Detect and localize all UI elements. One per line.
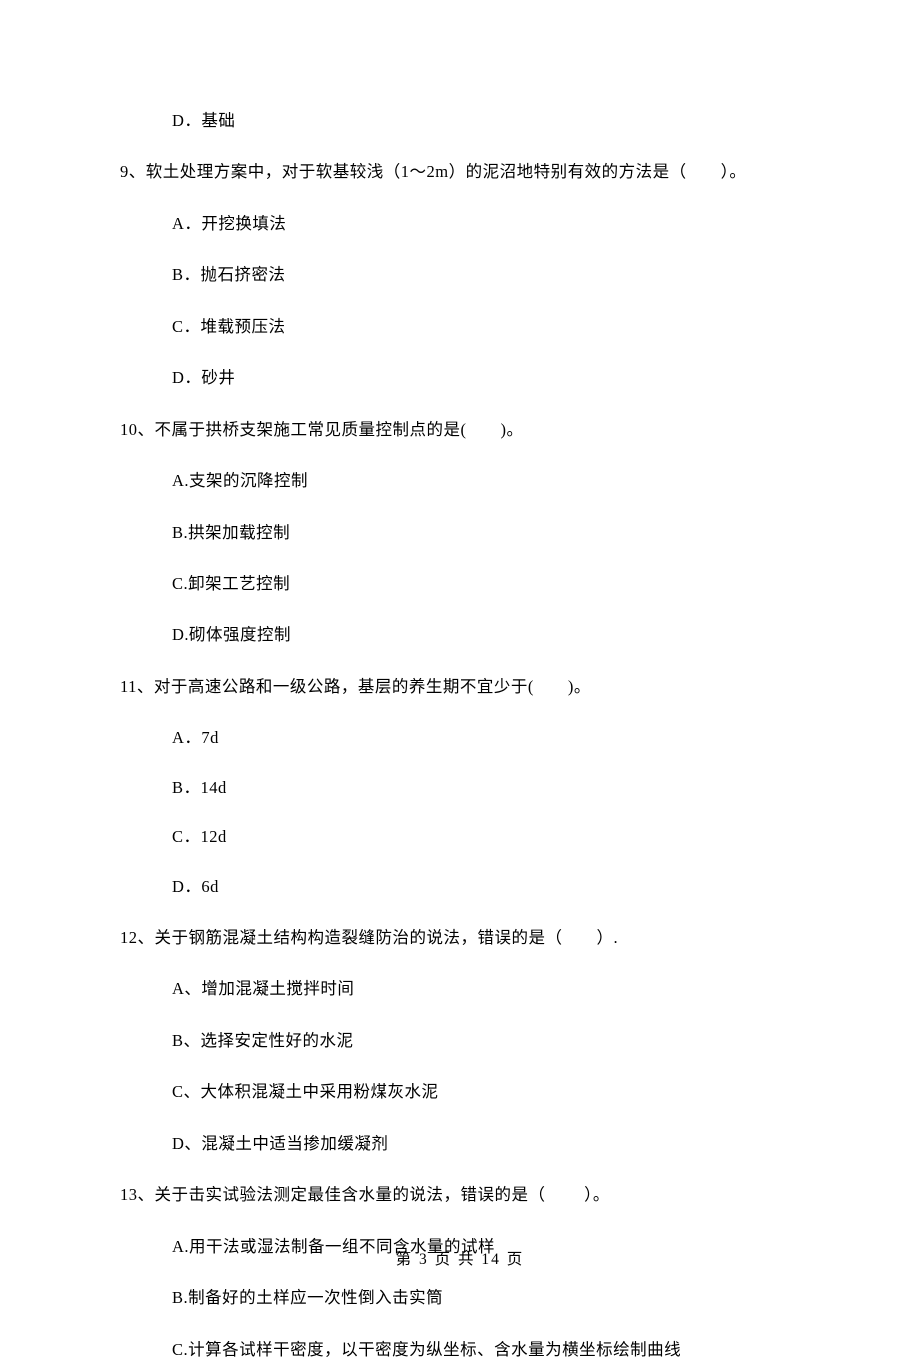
q9-option-d: D．砂井 bbox=[172, 367, 800, 388]
q12-option-d: D、混凝土中适当掺加缓凝剂 bbox=[172, 1133, 800, 1154]
q12-option-b: B、选择安定性好的水泥 bbox=[172, 1030, 800, 1051]
q10-option-d: D.砌体强度控制 bbox=[172, 624, 800, 645]
q11-option-c: C．12d bbox=[172, 826, 800, 847]
question-13: 13、关于击实试验法测定最佳含水量的说法，错误的是（ ）。 bbox=[120, 1184, 800, 1205]
q11-option-d: D．6d bbox=[172, 876, 800, 897]
q9-option-b: B．抛石挤密法 bbox=[172, 264, 800, 285]
q8-option-d: D．基础 bbox=[172, 110, 800, 131]
question-10: 10、不属于拱桥支架施工常见质量控制点的是( )。 bbox=[120, 419, 800, 440]
q10-option-b: B.拱架加载控制 bbox=[172, 522, 800, 543]
q11-option-b: B．14d bbox=[172, 777, 800, 798]
q10-option-c: C.卸架工艺控制 bbox=[172, 573, 800, 594]
page-footer: 第 3 页 共 14 页 bbox=[0, 1250, 920, 1270]
question-9: 9、软土处理方案中，对于软基较浅（1～2m）的泥沼地特别有效的方法是（ ）。 bbox=[120, 161, 800, 182]
page-content: D．基础 9、软土处理方案中，对于软基较浅（1～2m）的泥沼地特别有效的方法是（… bbox=[0, 0, 920, 1360]
q10-option-a: A.支架的沉降控制 bbox=[172, 470, 800, 491]
q11-option-a: A．7d bbox=[172, 727, 800, 748]
q13-option-c: C.计算各试样干密度，以干密度为纵坐标、含水量为横坐标绘制曲线 bbox=[172, 1339, 800, 1360]
question-12: 12、关于钢筋混凝土结构构造裂缝防治的说法，错误的是（ ）. bbox=[120, 927, 800, 948]
q9-option-c: C．堆载预压法 bbox=[172, 316, 800, 337]
q9-option-a: A．开挖换填法 bbox=[172, 213, 800, 234]
question-11: 11、对于高速公路和一级公路，基层的养生期不宜少于( )。 bbox=[120, 676, 800, 697]
q12-option-c: C、大体积混凝土中采用粉煤灰水泥 bbox=[172, 1081, 800, 1102]
q12-option-a: A、增加混凝土搅拌时间 bbox=[172, 978, 800, 999]
q13-option-b: B.制备好的土样应一次性倒入击实筒 bbox=[172, 1287, 800, 1308]
